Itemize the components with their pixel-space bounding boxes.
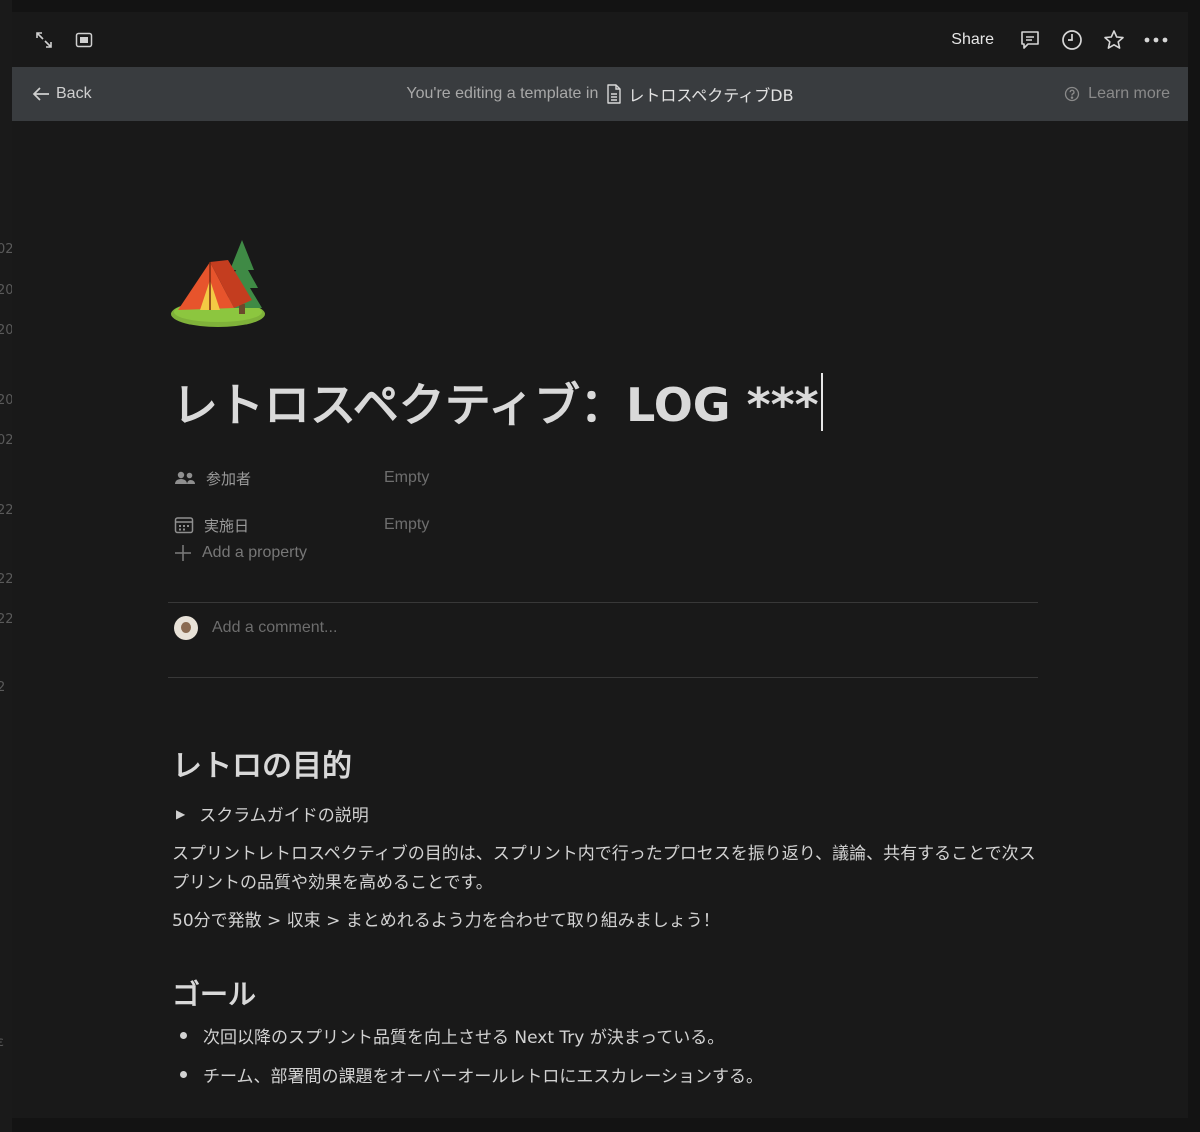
purpose-paragraph[interactable]: スプリントレトロスペクティブの目的は、スプリント内で行ったプロセスを振り返り、議… bbox=[172, 840, 1040, 898]
star-icon[interactable] bbox=[1102, 28, 1126, 52]
plus-icon bbox=[175, 545, 191, 561]
avatar bbox=[174, 616, 198, 640]
bullet-dot-icon bbox=[180, 1032, 187, 1039]
toggle-triangle-icon[interactable]: ▶ bbox=[176, 807, 185, 821]
arrow-left-icon bbox=[32, 87, 49, 101]
bullet-dot-icon bbox=[180, 1071, 187, 1078]
background-fragment: 22 bbox=[0, 612, 12, 627]
comment-input-row[interactable]: Add a comment... bbox=[174, 616, 337, 640]
comment-icon[interactable] bbox=[1018, 28, 1042, 52]
property-name: 参加者 bbox=[206, 469, 252, 488]
back-button[interactable]: Back bbox=[32, 85, 92, 103]
property-row-date[interactable]: 実施日 Empty bbox=[174, 510, 674, 540]
back-label: Back bbox=[56, 85, 92, 102]
background-fragment: 20 bbox=[0, 323, 12, 338]
document-icon bbox=[607, 84, 622, 104]
add-property-label: Add a property bbox=[202, 544, 307, 561]
background-fragment: 02 bbox=[0, 433, 12, 448]
expand-icon[interactable] bbox=[32, 28, 56, 52]
background-fragment: 22 bbox=[0, 572, 12, 587]
share-button[interactable]: Share bbox=[951, 31, 994, 49]
help-circle-icon bbox=[1065, 86, 1080, 102]
background-fragment: 20 bbox=[0, 283, 12, 298]
database-link[interactable]: レトロスペクティブDB bbox=[606, 82, 794, 106]
background-fragment: ε bbox=[0, 1035, 5, 1050]
list-item-text: チーム、部署間の課題をオーバーオールレトロにエスカレーションする。 bbox=[203, 1067, 763, 1087]
goal-list: 次回以降のスプリント品質を向上させる Next Try が決まっている。 チーム… bbox=[180, 1016, 763, 1094]
page-title[interactable]: レトロスペクティブ：LOG *** bbox=[172, 369, 823, 435]
database-name: レトロスペクティブDB bbox=[628, 86, 794, 105]
list-item[interactable]: チーム、部署間の課題をオーバーオールレトロにエスカレーションする。 bbox=[180, 1055, 763, 1094]
comment-input[interactable]: Add a comment... bbox=[212, 619, 337, 637]
background-fragment: 20 bbox=[0, 393, 12, 408]
property-value-empty[interactable]: Empty bbox=[384, 516, 429, 534]
property-value-empty[interactable]: Empty bbox=[384, 469, 429, 487]
divider bbox=[168, 602, 1038, 603]
heading-purpose[interactable]: レトロの目的 bbox=[172, 741, 352, 785]
template-editing-banner: Back You're editing a template in レトロスペク… bbox=[12, 67, 1188, 121]
list-item-text: 次回以降のスプリント品質を向上させる Next Try が決まっている。 bbox=[203, 1028, 725, 1048]
calendar-icon bbox=[174, 517, 194, 534]
modal-topbar: Share bbox=[12, 12, 1188, 67]
text-cursor bbox=[820, 373, 823, 431]
learn-more-label: Learn more bbox=[1088, 85, 1170, 102]
toggle-block[interactable]: ▶ スクラムガイドの説明 bbox=[176, 801, 369, 826]
heading-goal[interactable]: ゴール bbox=[172, 973, 256, 1013]
camping-tent-icon[interactable] bbox=[170, 236, 270, 331]
background-page-edge: 02 20 20 20 02 22 22 22 2 ε bbox=[0, 0, 12, 1132]
property-row-participants[interactable]: 参加者 Empty bbox=[174, 463, 674, 493]
toggle-label: スクラムガイドの説明 bbox=[199, 806, 369, 826]
list-item[interactable]: 次回以降のスプリント品質を向上させる Next Try が決まっている。 bbox=[180, 1016, 763, 1055]
learn-more-link[interactable]: Learn more bbox=[1064, 85, 1170, 103]
divider bbox=[168, 677, 1038, 678]
template-editor-modal: Share Back You're editing a template in … bbox=[12, 12, 1188, 1118]
background-fragment: 02 bbox=[0, 242, 12, 257]
people-icon bbox=[175, 471, 195, 484]
background-fragment: 22 bbox=[0, 503, 12, 518]
clock-history-icon[interactable] bbox=[1060, 28, 1084, 52]
add-property-button[interactable]: Add a property bbox=[174, 544, 307, 562]
more-options-icon[interactable] bbox=[1144, 28, 1168, 52]
editing-message: You're editing a template in bbox=[406, 85, 599, 102]
page-title-text[interactable]: レトロスペクティブ：LOG *** bbox=[172, 369, 819, 435]
background-fragment: 2 bbox=[0, 680, 6, 695]
center-peek-icon[interactable] bbox=[72, 28, 96, 52]
timebox-paragraph[interactable]: 50分で発散 > 収束 > まとめれるよう力を合わせて取り組みましょう！ bbox=[172, 907, 1040, 936]
property-name: 実施日 bbox=[204, 516, 250, 535]
